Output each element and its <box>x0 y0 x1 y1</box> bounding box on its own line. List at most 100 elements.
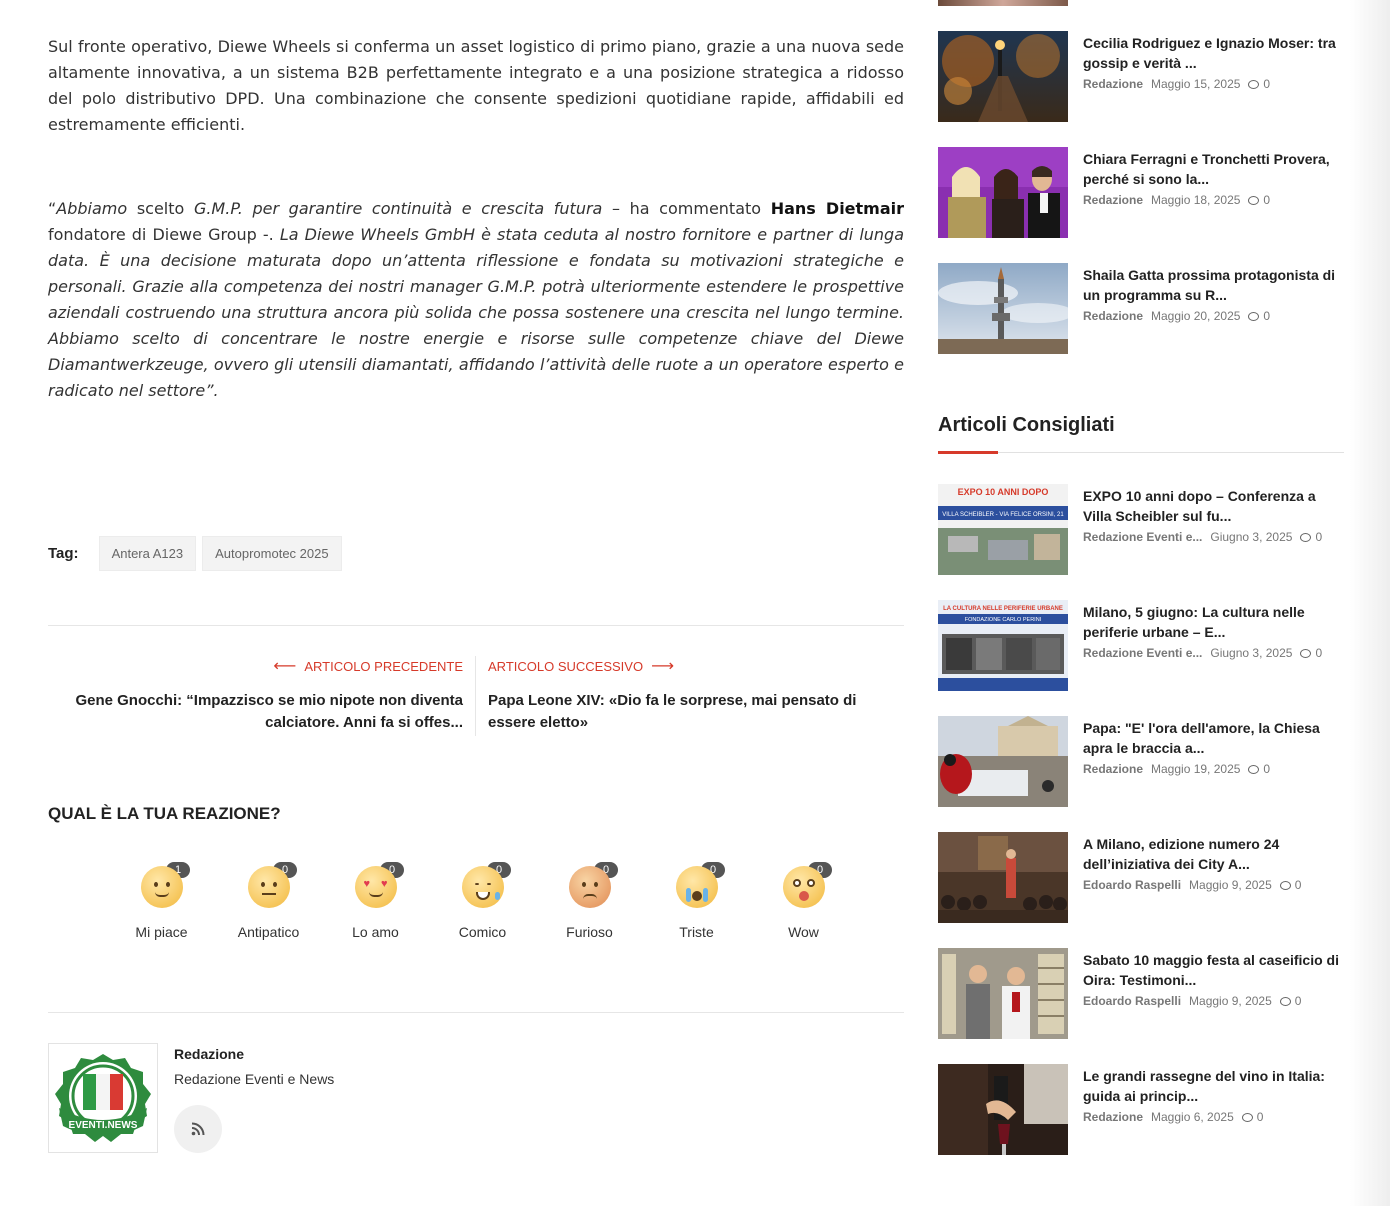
comment-icon <box>1279 997 1291 1006</box>
comment-count[interactable]: 0 <box>1300 530 1322 544</box>
comment-count[interactable]: 0 <box>1241 1110 1263 1124</box>
quoted-person: Hans Dietmair <box>770 199 905 218</box>
post-navigation: ⟵ ARTICOLO PRECEDENTE Gene Gnocchi: “Impa… <box>48 656 904 736</box>
reaction-antipatico[interactable]: 0 Antipatico <box>215 862 322 940</box>
thumbnail-image[interactable]: LA CULTURA NELLE PERIFERIE URBANE FONDAZ… <box>938 600 1068 691</box>
thumbnail-image[interactable] <box>938 716 1068 807</box>
post-title[interactable]: Papa: "E' l'ora dell'amore, la Chiesa ap… <box>1083 718 1345 758</box>
sidebar-post[interactable]: Shaila Gatta prossima protagonista di un… <box>938 263 1344 355</box>
sidebar-post[interactable]: Chiara Ferragni e Tronchetti Provera, pe… <box>938 147 1344 239</box>
svg-text:EXPO 10 ANNI DOPO: EXPO 10 ANNI DOPO <box>958 487 1049 497</box>
reaction-label: Furioso <box>566 924 613 940</box>
post-title[interactable]: Milano, 5 giugno: La cultura nelle perif… <box>1083 602 1345 642</box>
author-description: Redazione Eventi e News <box>174 1071 335 1087</box>
thumbnail-image[interactable] <box>938 0 1068 6</box>
thumbnail-image[interactable] <box>938 1064 1068 1155</box>
comment-count[interactable]: 0 <box>1248 77 1270 91</box>
author-name[interactable]: Redazione <box>174 1046 244 1062</box>
reaction-list: 1 Mi piace 0 Antipatico 0 ♥ ♥ Lo amo 0 Co… <box>108 862 857 940</box>
thumbnail-image[interactable]: EXPO 10 ANNI DOPO VILLA SCHEIBLER - VIA … <box>938 484 1068 575</box>
post-author[interactable]: Edoardo Raspelli <box>1083 994 1181 1008</box>
post-meta: Redazione Maggio 19, 2025 0 <box>1083 762 1270 776</box>
reaction-lo-amo[interactable]: 0 ♥ ♥ Lo amo <box>322 862 429 940</box>
reaction-triste[interactable]: 0 Triste <box>643 862 750 940</box>
post-author[interactable]: Redazione <box>1083 77 1143 91</box>
section-title: Articoli Consigliati <box>938 414 1115 436</box>
post-author[interactable]: Redazione Eventi e... <box>1083 646 1202 660</box>
recommended-post[interactable]: LA CULTURA NELLE PERIFERIE URBANE FONDAZ… <box>938 600 1344 692</box>
tag-antera[interactable]: Antera A123 <box>98 536 197 571</box>
tags-label: Tag: <box>48 545 79 562</box>
author-avatar[interactable]: EVENTI.NEWS <box>48 1043 158 1153</box>
reaction-furioso[interactable]: 0 Furioso <box>536 862 643 940</box>
reaction-mi-piace[interactable]: 1 Mi piace <box>108 862 215 940</box>
divider <box>48 1012 904 1013</box>
arrow-right-icon: ⟶ <box>651 658 675 675</box>
next-article-link[interactable]: ARTICOLO SUCCESSIVO ⟶ Papa Leone XIV: «Di… <box>488 656 904 734</box>
comment-count[interactable]: 0 <box>1248 762 1270 776</box>
laughing-emoji-icon <box>461 866 504 908</box>
post-title[interactable]: Sabato 10 maggio festa al caseificio di … <box>1083 950 1345 990</box>
smile-emoji-icon <box>140 866 183 908</box>
surprised-emoji-icon <box>782 866 825 908</box>
post-title[interactable]: A Milano, edizione numero 24 dell’inizia… <box>1083 834 1345 874</box>
post-title[interactable]: Shaila Gatta prossima protagonista di un… <box>1083 265 1345 305</box>
post-date: Giugno 3, 2025 <box>1210 646 1293 660</box>
next-article-title: Papa Leone XIV: «Dio fa le sorprese, mai… <box>488 692 857 731</box>
post-meta: Redazione Maggio 20, 2025 0 <box>1083 309 1270 323</box>
svg-text:FONDAZIONE CARLO PERINI: FONDAZIONE CARLO PERINI <box>965 617 1042 623</box>
svg-text:VILLA SCHEIBLER - VIA FELICE O: VILLA SCHEIBLER - VIA FELICE ORSINI, 21 <box>942 512 1064 518</box>
comment-count[interactable]: 0 <box>1248 309 1270 323</box>
recommended-post[interactable]: A Milano, edizione numero 24 dell’inizia… <box>938 832 1344 924</box>
post-meta: Redazione Maggio 15, 2025 0 <box>1083 77 1270 91</box>
comment-count[interactable]: 0 <box>1300 646 1322 660</box>
reaction-wow[interactable]: 0 Wow <box>750 862 857 940</box>
thumbnail-image[interactable] <box>938 263 1068 354</box>
previous-article-title: Gene Gnocchi: “Impazzisco se mio nipote … <box>75 692 463 731</box>
post-meta: Edoardo Raspelli Maggio 9, 2025 0 <box>1083 994 1301 1008</box>
comment-icon <box>1248 765 1260 774</box>
sidebar-post[interactable]: Cecilia Rodriguez e Ignazio Moser: tra g… <box>938 31 1344 123</box>
thumbnail-image[interactable] <box>938 948 1068 1039</box>
thumbnail-image[interactable] <box>938 31 1068 122</box>
post-meta: Redazione Eventi e... Giugno 3, 2025 0 <box>1083 646 1322 660</box>
thumbnail-image[interactable] <box>938 147 1068 238</box>
post-title[interactable]: EXPO 10 anni dopo – Conferenza a Villa S… <box>1083 486 1345 526</box>
reaction-comico[interactable]: 0 Comico <box>429 862 536 940</box>
post-author[interactable]: Edoardo Raspelli <box>1083 878 1181 892</box>
post-meta: Redazione Eventi e... Giugno 3, 2025 0 <box>1083 530 1322 544</box>
post-meta: Redazione Maggio 18, 2025 0 <box>1083 193 1270 207</box>
post-title[interactable]: Le grandi rassegne del vino in Italia: g… <box>1083 1066 1345 1106</box>
post-date: Maggio 6, 2025 <box>1151 1110 1234 1124</box>
rss-button[interactable] <box>174 1105 222 1153</box>
comment-count[interactable]: 0 <box>1279 994 1301 1008</box>
recommended-post[interactable]: Le grandi rassegne del vino in Italia: g… <box>938 1064 1344 1156</box>
reaction-label: Lo amo <box>352 924 399 940</box>
nav-divider <box>475 656 476 736</box>
recommended-post[interactable]: Sabato 10 maggio festa al caseificio di … <box>938 948 1344 1040</box>
recommended-post[interactable]: EXPO 10 ANNI DOPO VILLA SCHEIBLER - VIA … <box>938 484 1344 576</box>
post-title[interactable]: Chiara Ferragni e Tronchetti Provera, pe… <box>1083 149 1345 189</box>
post-author[interactable]: Redazione <box>1083 309 1143 323</box>
comment-count[interactable]: 0 <box>1248 193 1270 207</box>
tag-autopromotec[interactable]: Autopromotec 2025 <box>202 536 342 571</box>
post-author[interactable]: Redazione <box>1083 193 1143 207</box>
previous-article-link[interactable]: ⟵ ARTICOLO PRECEDENTE Gene Gnocchi: “Impa… <box>48 656 463 734</box>
svg-text:EVENTI.NEWS: EVENTI.NEWS <box>69 1120 138 1131</box>
post-title[interactable]: Cecilia Rodriguez e Ignazio Moser: tra g… <box>1083 33 1345 73</box>
thumbnail-image[interactable] <box>938 832 1068 923</box>
article-quote-paragraph: “Abbiamo scelto G.M.P. per garantire con… <box>48 199 905 400</box>
post-author[interactable]: Redazione Eventi e... <box>1083 530 1202 544</box>
arrow-left-icon: ⟵ <box>273 658 297 675</box>
eventi-news-logo: EVENTI.NEWS <box>55 1054 151 1142</box>
post-date: Maggio 18, 2025 <box>1151 193 1241 207</box>
divider <box>48 625 904 626</box>
comment-icon <box>1248 312 1260 321</box>
comment-icon <box>1279 881 1291 890</box>
post-author[interactable]: Redazione <box>1083 1110 1143 1124</box>
post-author[interactable]: Redazione <box>1083 762 1143 776</box>
post-meta: Redazione Maggio 6, 2025 0 <box>1083 1110 1263 1124</box>
recommended-post[interactable]: Papa: "E' l'ora dell'amore, la Chiesa ap… <box>938 716 1344 808</box>
post-date: Maggio 15, 2025 <box>1151 77 1241 91</box>
comment-count[interactable]: 0 <box>1279 878 1301 892</box>
